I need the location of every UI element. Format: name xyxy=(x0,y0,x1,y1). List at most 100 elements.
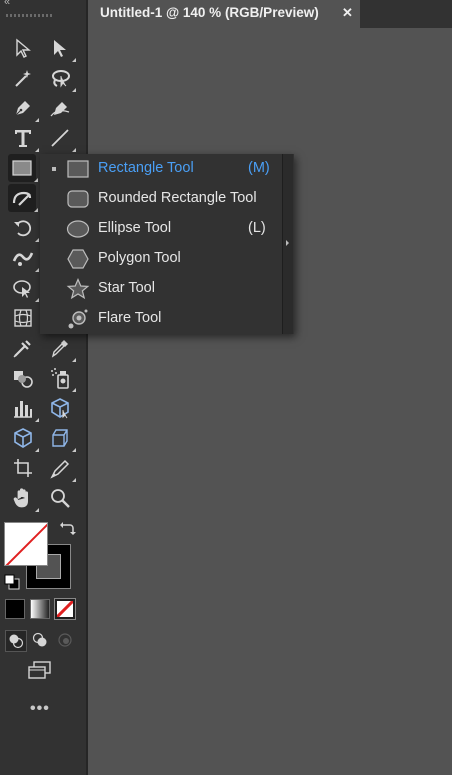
menu-item-flare-tool[interactable]: Flare Tool xyxy=(40,304,280,334)
color-mode-button[interactable] xyxy=(5,599,25,619)
menu-item-label: Flare Tool xyxy=(98,310,162,326)
3d-tool-button[interactable] xyxy=(46,394,74,422)
artboard-tool-button[interactable] xyxy=(9,454,37,482)
shaper-tool-button[interactable] xyxy=(8,184,38,212)
menu-item-polygon-tool[interactable]: Polygon Tool xyxy=(40,244,280,274)
shape-tools-flyout: Rectangle Tool (M) Rounded Rectangle Too… xyxy=(40,154,294,334)
flyout-indicator xyxy=(34,208,38,212)
pen-tool-button[interactable] xyxy=(9,94,39,122)
shaper-icon xyxy=(12,191,32,206)
lasso-tool-button[interactable] xyxy=(46,64,76,92)
document-tab[interactable]: Untitled-1 @ 140 % (RGB/Preview) ✕ xyxy=(88,0,360,28)
hand-icon xyxy=(13,488,28,508)
flyout-indicator xyxy=(35,298,39,302)
collapse-panel-icon[interactable]: « xyxy=(4,0,10,8)
draw-normal-icon xyxy=(9,634,24,649)
3d-rotate-tool-button[interactable] xyxy=(9,424,39,452)
tearoff-arrow-icon xyxy=(286,240,289,246)
rotate-tool-button[interactable] xyxy=(9,214,39,242)
draw-behind-button[interactable] xyxy=(30,630,50,650)
blend-tool-button[interactable] xyxy=(9,364,37,392)
screen-mode-icon[interactable] xyxy=(26,660,54,682)
width-tool-button[interactable] xyxy=(9,244,39,272)
flyout-indicator xyxy=(72,148,76,152)
menu-item-ellipse-tool[interactable]: Ellipse Tool (L) xyxy=(40,214,280,244)
menu-item-label: Rounded Rectangle Tool xyxy=(98,190,257,206)
tearoff-bar[interactable] xyxy=(282,154,293,334)
hand-tool-button[interactable] xyxy=(9,484,39,512)
menu-item-rounded-rectangle-tool[interactable]: Rounded Rectangle Tool xyxy=(40,184,280,214)
flyout-indicator xyxy=(35,118,39,122)
slice-tool-button[interactable] xyxy=(46,454,76,482)
magic-wand-tool-button[interactable] xyxy=(9,64,37,92)
magnifier-icon xyxy=(51,489,70,508)
free-transform-icon xyxy=(13,280,31,298)
3d-extrude-tool-button[interactable] xyxy=(46,424,76,452)
rounded-rectangle-icon xyxy=(67,190,89,208)
flyout-indicator xyxy=(35,268,39,272)
draw-inside-icon xyxy=(58,633,72,647)
direct-selection-tool-button[interactable] xyxy=(46,34,76,62)
flyout-indicator xyxy=(72,358,76,362)
line-segment-tool-button[interactable] xyxy=(46,124,76,152)
free-transform-tool-button[interactable] xyxy=(9,274,39,302)
flyout-indicator xyxy=(35,238,39,242)
artboard-icon xyxy=(14,459,32,477)
default-fill-stroke-icon[interactable] xyxy=(3,573,21,591)
flyout-indicator xyxy=(35,508,39,512)
blend-icon xyxy=(14,371,33,388)
close-icon[interactable]: ✕ xyxy=(342,0,353,25)
mesh-tool-button[interactable] xyxy=(9,334,37,362)
draw-normal-button[interactable] xyxy=(5,630,27,652)
symbol-sprayer-icon xyxy=(51,368,69,389)
menu-item-label: Ellipse Tool xyxy=(98,220,172,236)
flyout-indicator xyxy=(35,148,39,152)
menu-item-label: Polygon Tool xyxy=(98,250,181,266)
curvature-pen-icon xyxy=(50,102,70,117)
width-icon xyxy=(12,252,34,266)
zoom-tool-button[interactable] xyxy=(46,484,74,512)
type-icon xyxy=(15,130,31,147)
tools-panel: « ••• xyxy=(0,0,88,775)
column-graph-tool-button[interactable] xyxy=(9,394,39,422)
perspective-grid-tool-button[interactable] xyxy=(9,304,37,332)
3d-cube-icon xyxy=(51,398,69,419)
mesh-icon xyxy=(13,340,31,358)
magic-wand-icon xyxy=(15,70,31,87)
column-graph-icon xyxy=(14,401,32,418)
rectangle-icon xyxy=(67,160,89,178)
draw-inside-button[interactable] xyxy=(55,630,75,650)
eyedropper-tool-button[interactable] xyxy=(46,334,76,362)
selection-tool-button[interactable] xyxy=(9,34,37,62)
star-icon xyxy=(66,278,90,300)
eyedropper-icon xyxy=(51,340,68,358)
curvature-tool-button[interactable] xyxy=(46,94,74,122)
ellipse-icon xyxy=(66,220,90,238)
rectangle-icon xyxy=(12,160,32,176)
perspective-grid-icon xyxy=(14,309,32,327)
pen-icon xyxy=(15,101,30,116)
flyout-indicator xyxy=(72,478,76,482)
fill-swatch[interactable] xyxy=(4,522,48,566)
none-mode-button[interactable] xyxy=(54,598,76,620)
line-icon xyxy=(51,129,69,147)
selected-bullet xyxy=(52,167,56,171)
menu-item-rectangle-tool[interactable]: Rectangle Tool (M) xyxy=(40,154,280,184)
type-tool-button[interactable] xyxy=(9,124,39,152)
flyout-indicator xyxy=(35,418,39,422)
flare-icon xyxy=(68,309,88,329)
flyout-indicator xyxy=(72,448,76,452)
gradient-mode-button[interactable] xyxy=(30,599,50,619)
none-slash-icon xyxy=(5,523,47,565)
menu-item-star-tool[interactable]: Star Tool xyxy=(40,274,280,304)
arrow-outline-icon xyxy=(16,38,31,58)
3d-cube-wire-icon xyxy=(52,429,68,447)
edit-toolbar-more-icon[interactable]: ••• xyxy=(30,700,50,718)
3d-cube-outline-icon xyxy=(14,428,32,448)
rectangle-tool-button[interactable] xyxy=(8,154,38,182)
menu-item-label: Star Tool xyxy=(98,280,155,296)
swap-fill-stroke-icon[interactable] xyxy=(58,520,76,538)
flyout-indicator xyxy=(72,88,76,92)
symbol-sprayer-tool-button[interactable] xyxy=(46,364,76,392)
panel-grip[interactable] xyxy=(6,14,52,17)
